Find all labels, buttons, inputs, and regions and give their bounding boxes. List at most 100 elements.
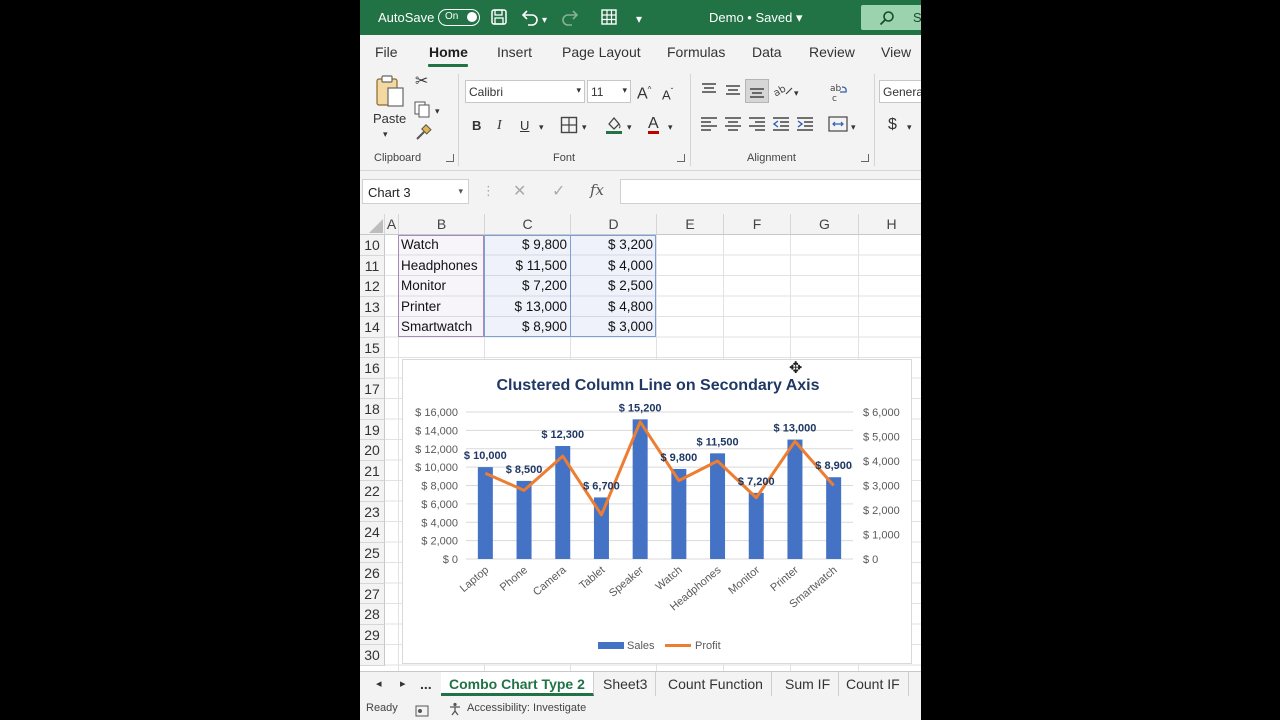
tab-data[interactable]: Data: [752, 44, 782, 60]
cell-sales[interactable]: $ 11,500: [484, 256, 570, 277]
orientation-icon[interactable]: ab: [772, 82, 794, 102]
row-header[interactable]: 14: [360, 317, 385, 338]
undo-dropdown-icon[interactable]: ▾: [542, 12, 547, 30]
row-header[interactable]: 28: [360, 604, 385, 625]
form-grid-icon[interactable]: [600, 8, 618, 30]
column-header-e[interactable]: E: [657, 214, 724, 235]
row-header[interactable]: 29: [360, 624, 385, 645]
row-header[interactable]: 13: [360, 296, 385, 317]
chart-container[interactable]: Clustered Column Line on Secondary Axis $…: [402, 359, 912, 664]
number-format-select[interactable]: Genera: [879, 80, 921, 103]
currency-format-icon[interactable]: $: [888, 117, 897, 133]
row-header[interactable]: 20: [360, 440, 385, 461]
cell-profit[interactable]: $ 4,000: [570, 256, 656, 277]
cell-profit[interactable]: $ 3,200: [570, 235, 656, 256]
shrink-font-icon[interactable]: Aˇ: [662, 84, 673, 103]
decrease-indent-icon[interactable]: [772, 116, 790, 136]
tab-insert[interactable]: Insert: [497, 44, 532, 60]
column-header-h[interactable]: H: [859, 214, 921, 235]
cell-sales[interactable]: $ 7,200: [484, 276, 570, 297]
bold-button[interactable]: B: [472, 118, 481, 134]
sheet-tab-sum-if[interactable]: Sum IF: [777, 672, 840, 696]
row-header[interactable]: 22: [360, 481, 385, 502]
fill-color-icon[interactable]: [605, 115, 623, 139]
cell-profit[interactable]: $ 4,800: [570, 297, 656, 318]
row-header[interactable]: 21: [360, 460, 385, 481]
more-options-icon[interactable]: ⋮: [482, 183, 495, 199]
row-header[interactable]: 25: [360, 542, 385, 563]
accessibility-icon[interactable]: [448, 701, 462, 720]
borders-icon[interactable]: [560, 116, 578, 138]
tab-formulas[interactable]: Formulas: [667, 44, 725, 60]
font-name-select[interactable]: Calibri ▾: [465, 80, 585, 103]
copy-icon[interactable]: [413, 100, 431, 122]
row-header[interactable]: 18: [360, 399, 385, 420]
column-header-d[interactable]: D: [571, 214, 657, 235]
redo-icon[interactable]: [560, 8, 580, 30]
row-header[interactable]: 24: [360, 522, 385, 543]
copy-dropdown-icon[interactable]: ▾: [435, 103, 440, 119]
alignment-launcher-icon[interactable]: [861, 154, 869, 162]
document-name[interactable]: Demo • Saved ▾: [709, 10, 802, 26]
column-header-f[interactable]: F: [724, 214, 791, 235]
more-sheets-button[interactable]: ...: [412, 672, 440, 696]
merge-dropdown-icon[interactable]: ▾: [851, 119, 856, 135]
sheet-tab-count-function[interactable]: Count Function: [660, 672, 772, 696]
align-right-icon[interactable]: [748, 116, 766, 136]
cell-product[interactable]: Monitor: [398, 276, 484, 297]
align-left-icon[interactable]: [700, 116, 718, 136]
row-header[interactable]: 19: [360, 419, 385, 440]
row-header[interactable]: 23: [360, 501, 385, 522]
orientation-dropdown-icon[interactable]: ▾: [794, 85, 799, 101]
cell-product[interactable]: Headphones: [398, 256, 484, 277]
row-header[interactable]: 27: [360, 583, 385, 604]
save-icon[interactable]: [490, 8, 508, 30]
combo-chart[interactable]: Clustered Column Line on Secondary Axis $…: [403, 360, 913, 665]
underline-button[interactable]: U: [520, 118, 529, 134]
paste-icon[interactable]: [374, 74, 406, 112]
underline-dropdown-icon[interactable]: ▾: [539, 119, 544, 135]
cell-sales[interactable]: $ 13,000: [484, 297, 570, 318]
tab-home[interactable]: Home: [429, 44, 468, 60]
clipboard-launcher-icon[interactable]: [446, 154, 454, 162]
bottom-align-icon[interactable]: [745, 79, 769, 103]
enter-icon[interactable]: ✓: [552, 181, 565, 201]
macro-recording-icon[interactable]: [415, 702, 429, 720]
increase-indent-icon[interactable]: [796, 116, 814, 136]
paste-dropdown-icon[interactable]: ▾: [383, 126, 388, 142]
sheet-tab-combo-chart-type-2[interactable]: Combo Chart Type 2: [441, 672, 594, 696]
font-color-icon[interactable]: A: [648, 116, 659, 134]
row-header[interactable]: 11: [360, 255, 385, 276]
column-header-b[interactable]: B: [399, 214, 485, 235]
row-header[interactable]: 30: [360, 645, 385, 666]
row-header[interactable]: 17: [360, 378, 385, 399]
sheet-tab-sheet3[interactable]: Sheet3: [595, 672, 657, 696]
currency-dropdown-icon[interactable]: ▾: [907, 119, 912, 135]
fill-color-dropdown-icon[interactable]: ▾: [627, 119, 632, 135]
font-size-select[interactable]: 11 ▾: [587, 80, 631, 103]
cell-sales[interactable]: $ 9,800: [484, 235, 570, 256]
customize-toolbar-icon[interactable]: ▾: [636, 10, 642, 28]
insert-function-icon[interactable]: fx: [590, 181, 604, 199]
tab-review[interactable]: Review: [809, 44, 855, 60]
font-launcher-icon[interactable]: [677, 154, 685, 162]
cancel-icon[interactable]: ✕: [513, 181, 526, 201]
top-align-icon[interactable]: [700, 82, 718, 102]
row-header[interactable]: 12: [360, 276, 385, 297]
column-header-a[interactable]: A: [385, 214, 399, 235]
formula-input[interactable]: [620, 179, 921, 204]
borders-dropdown-icon[interactable]: ▾: [582, 119, 587, 135]
cell-product[interactable]: Smartwatch: [398, 317, 484, 338]
tab-view[interactable]: View: [881, 44, 911, 60]
align-center-icon[interactable]: [724, 116, 742, 136]
row-header[interactable]: 26: [360, 563, 385, 584]
wrap-text-icon[interactable]: ab c: [830, 82, 848, 106]
cell-profit[interactable]: $ 2,500: [570, 276, 656, 297]
row-header[interactable]: 16: [360, 358, 385, 379]
search-box[interactable]: S: [861, 5, 921, 30]
row-header[interactable]: 10: [360, 235, 385, 256]
font-color-dropdown-icon[interactable]: ▾: [668, 119, 673, 135]
cell-product[interactable]: Watch: [398, 235, 484, 256]
accessibility-status[interactable]: Accessibility: Investigate: [467, 696, 586, 720]
merge-center-icon[interactable]: [828, 116, 848, 136]
